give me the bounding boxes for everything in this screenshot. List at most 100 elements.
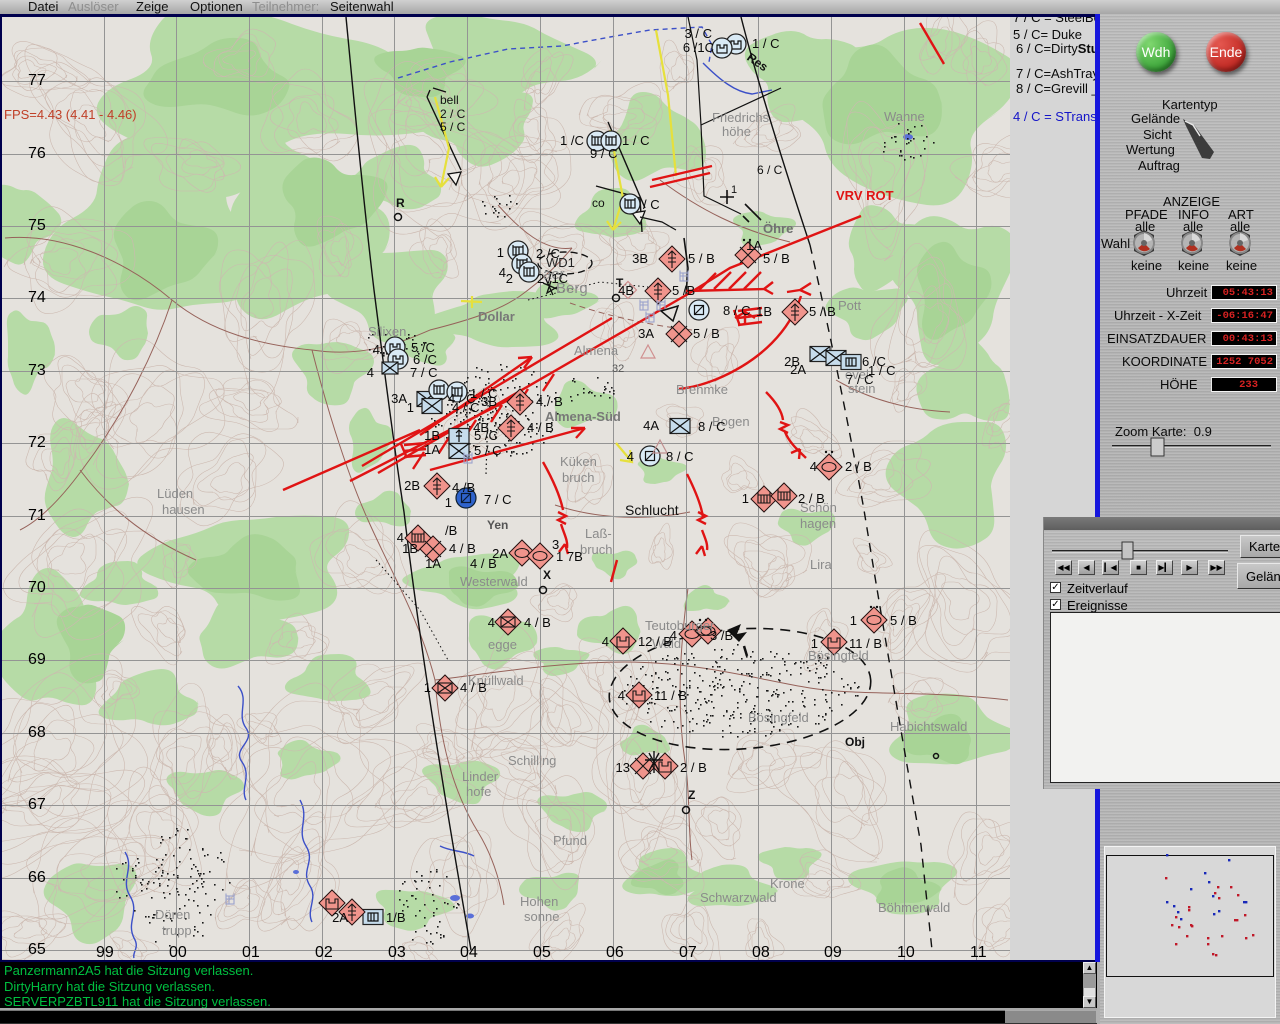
svg-text:4 / C: 4 / C <box>452 400 479 415</box>
svg-text:6 / C=DirtyStur: 6 / C=DirtyStur <box>1016 41 1095 56</box>
svg-text:3 /B: 3 /B <box>710 628 733 643</box>
svg-text:13: 13 <box>616 760 630 775</box>
svg-text:Schilling: Schilling <box>508 753 556 768</box>
svg-text:/ C: / C <box>643 197 660 212</box>
svg-text:4 / B: 4 / B <box>449 541 476 556</box>
svg-text:Laß-: Laß- <box>585 526 612 541</box>
svg-text:01: 01 <box>242 944 260 960</box>
svg-text:Brehmke: Brehmke <box>676 382 728 397</box>
svg-text:03: 03 <box>388 944 406 960</box>
svg-text:3A: 3A <box>391 391 407 406</box>
svg-text:08: 08 <box>752 944 770 960</box>
svg-text:Habichtswald: Habichtswald <box>890 719 967 734</box>
svg-text:7 / C: 7 / C <box>410 365 437 380</box>
svg-text:4: 4 <box>488 615 495 630</box>
svg-text:bruch: bruch <box>562 470 595 485</box>
svg-text:04: 04 <box>460 944 478 960</box>
svg-text:Z: Z <box>688 788 695 802</box>
svg-text:5 / B: 5 / B <box>763 251 790 266</box>
svg-text:1: 1 <box>424 680 431 695</box>
svg-text:2 /C: 2 /C <box>536 246 560 261</box>
svg-text:Küken: Küken <box>560 454 597 469</box>
svg-text:4B: 4B <box>618 283 634 298</box>
svg-text:1: 1 <box>811 636 818 651</box>
svg-text:4: 4 <box>670 628 677 643</box>
svg-text:09: 09 <box>824 944 842 960</box>
svg-text:1: 1 <box>407 400 414 415</box>
svg-text:hofe: hofe <box>466 784 491 799</box>
svg-text:1: 1 <box>742 491 749 506</box>
svg-text:2A: 2A <box>790 362 806 377</box>
svg-text:2 / B: 2 / B <box>798 491 825 506</box>
svg-text:5 / B: 5 / B <box>693 326 720 341</box>
svg-text:4: 4 <box>627 449 634 464</box>
svg-text:72: 72 <box>28 434 46 451</box>
svg-text:Hohen: Hohen <box>520 894 558 909</box>
svg-text:1B: 1B <box>402 541 418 556</box>
svg-text:bell: bell <box>440 93 459 107</box>
svg-text:68: 68 <box>28 724 46 741</box>
svg-text:11 / B: 11 / B <box>849 636 882 651</box>
svg-text:4 / B: 4 / B <box>524 615 551 630</box>
svg-text:6 / C: 6 / C <box>757 163 783 177</box>
svg-text:2A: 2A <box>332 910 348 925</box>
svg-text:trupp: trupp <box>162 923 192 938</box>
svg-text:4 / B: 4 / B <box>536 394 563 409</box>
svg-text:8 / C: 8 / C <box>698 419 725 434</box>
svg-text:FPS=4.43 (4.41 - 4.46): FPS=4.43 (4.41 - 4.46) <box>4 107 137 122</box>
svg-text:11 / B: 11 / B <box>654 688 687 703</box>
svg-text:1: 1 <box>731 184 737 196</box>
svg-text:2: 2 <box>506 271 513 286</box>
svg-text:3B: 3B <box>481 394 497 409</box>
svg-text:7 / C: 7 / C <box>846 372 873 387</box>
svg-text:4: 4 <box>618 688 625 703</box>
svg-text:Almena: Almena <box>574 343 619 358</box>
svg-text:/B: /B <box>445 523 457 538</box>
svg-text:4 / B: 4 / B <box>527 420 554 435</box>
svg-text:02: 02 <box>315 944 333 960</box>
svg-text:Obj: Obj <box>845 735 865 749</box>
svg-text:Öhre: Öhre <box>763 221 793 236</box>
svg-text:76: 76 <box>28 145 46 162</box>
svg-text:4: 4 <box>810 459 817 474</box>
svg-text:7 / C=AshTray-: 7 / C=AshTray- <box>1016 66 1095 81</box>
svg-text:R: R <box>396 196 405 210</box>
svg-text:6 /1C: 6 /1C <box>683 40 714 55</box>
svg-text:Silixen: Silixen <box>368 324 406 339</box>
svg-text:Linder: Linder <box>462 769 499 784</box>
svg-text:5 / B: 5 / B <box>890 613 917 628</box>
svg-text:75: 75 <box>28 217 46 234</box>
svg-text:77: 77 <box>28 72 46 89</box>
svg-text:1: 1 <box>497 245 504 260</box>
svg-text:1B: 1B <box>424 428 440 443</box>
svg-text:4 /B: 4 /B <box>452 480 475 495</box>
svg-text:3A: 3A <box>638 326 654 341</box>
svg-text:Yen: Yen <box>487 518 508 532</box>
svg-text:hagen: hagen <box>800 516 836 531</box>
svg-text:2B: 2B <box>404 478 420 493</box>
svg-text:4B: 4B <box>473 420 489 435</box>
svg-text:69: 69 <box>28 651 46 668</box>
svg-text:4A: 4A <box>643 418 659 433</box>
svg-text:egge: egge <box>488 637 517 652</box>
svg-text:X: X <box>543 568 551 582</box>
svg-text:2 / C: 2 / C <box>440 107 466 121</box>
svg-text:5 /B: 5 /B <box>672 283 695 298</box>
svg-text:05: 05 <box>533 944 551 960</box>
svg-text:2 /1C: 2 /1C <box>537 271 568 286</box>
svg-text:74: 74 <box>28 289 46 306</box>
svg-text:5 / C= Duke: 5 / C= Duke <box>1013 27 1082 42</box>
svg-text:Schlucht: Schlucht <box>625 502 679 518</box>
svg-text:1 7B: 1 7B <box>556 549 583 564</box>
svg-text:65: 65 <box>28 941 46 958</box>
svg-text:06: 06 <box>606 944 624 960</box>
svg-text:71: 71 <box>28 507 46 524</box>
svg-text:70: 70 <box>28 579 46 596</box>
svg-text:Böhmerwald: Böhmerwald <box>878 900 950 915</box>
svg-text:VRV ROT: VRV ROT <box>836 188 894 203</box>
svg-text:8 / C: 8 / C <box>666 449 693 464</box>
svg-text:1A: 1A <box>424 442 440 457</box>
svg-text:32: 32 <box>612 363 624 375</box>
svg-text:1: 1 <box>850 613 857 628</box>
svg-text:2 / B: 2 / B <box>680 760 707 775</box>
